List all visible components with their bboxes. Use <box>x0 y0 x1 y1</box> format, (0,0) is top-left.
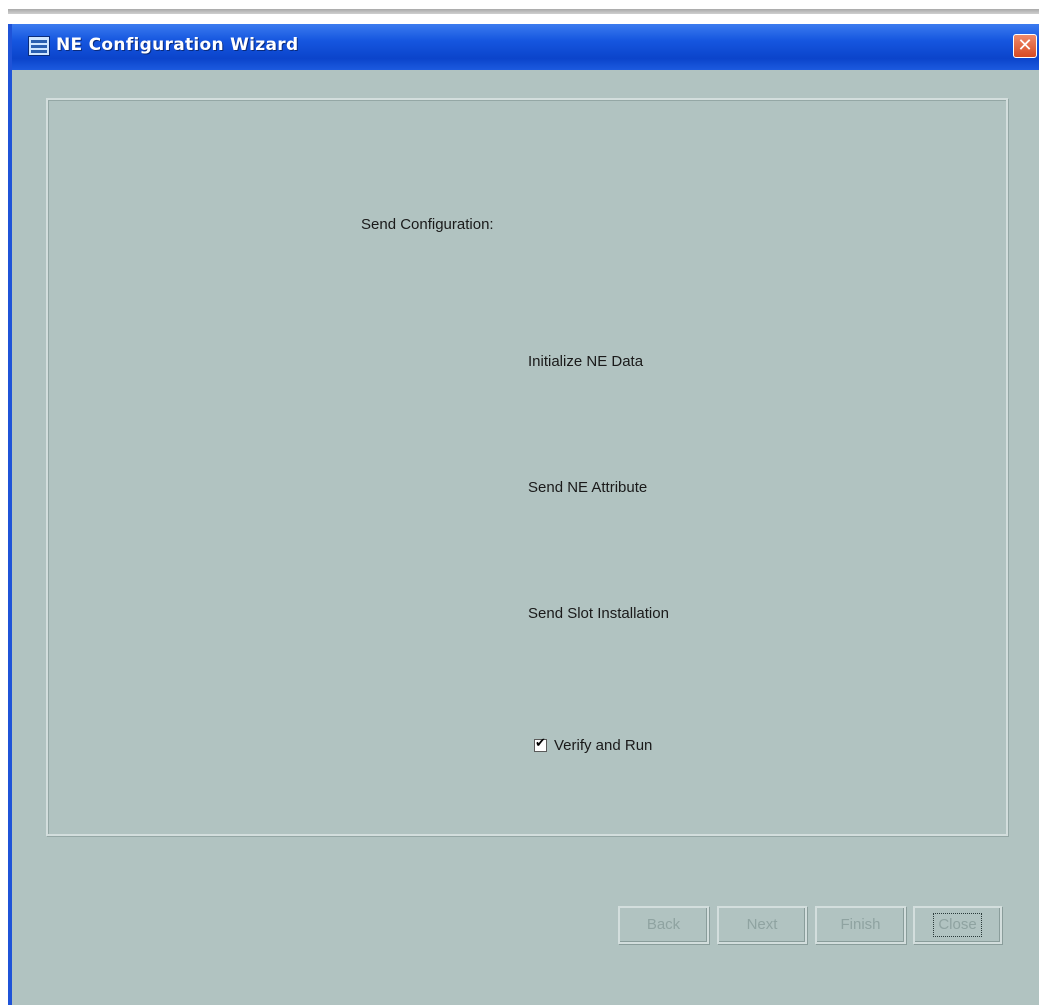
verify-and-run-checkbox[interactable]: ✔ <box>534 736 547 752</box>
wizard-window: NE Configuration Wizard ✕ Send Configura… <box>8 24 1039 1005</box>
title-bar[interactable]: NE Configuration Wizard ✕ <box>12 24 1039 70</box>
check-icon: ✔ <box>535 736 546 751</box>
step-send-slot-installation: Send Slot Installation <box>528 605 669 622</box>
window-title: NE Configuration Wizard <box>56 35 299 55</box>
app-icon <box>28 36 50 56</box>
background-window-edge <box>8 9 1039 14</box>
send-configuration-heading: Send Configuration: <box>361 216 494 233</box>
close-icon: ✕ <box>1017 35 1033 56</box>
close-window-button[interactable]: ✕ <box>1013 34 1037 58</box>
close-button[interactable]: Close <box>913 906 1002 944</box>
back-button[interactable]: Back <box>618 906 709 944</box>
content-panel: Send Configuration: Initialize NE Data S… <box>46 98 1008 836</box>
verify-and-run-label: Verify and Run <box>554 737 653 754</box>
close-button-label: Close <box>933 913 982 937</box>
step-initialize-ne-data: Initialize NE Data <box>528 353 644 370</box>
next-button[interactable]: Next <box>717 906 807 944</box>
step-send-ne-attribute: Send NE Attribute <box>528 479 648 496</box>
top-edge <box>0 0 1039 20</box>
verify-and-run-option[interactable]: ✔ Verify and Run <box>534 736 653 754</box>
finish-button[interactable]: Finish <box>815 906 906 944</box>
